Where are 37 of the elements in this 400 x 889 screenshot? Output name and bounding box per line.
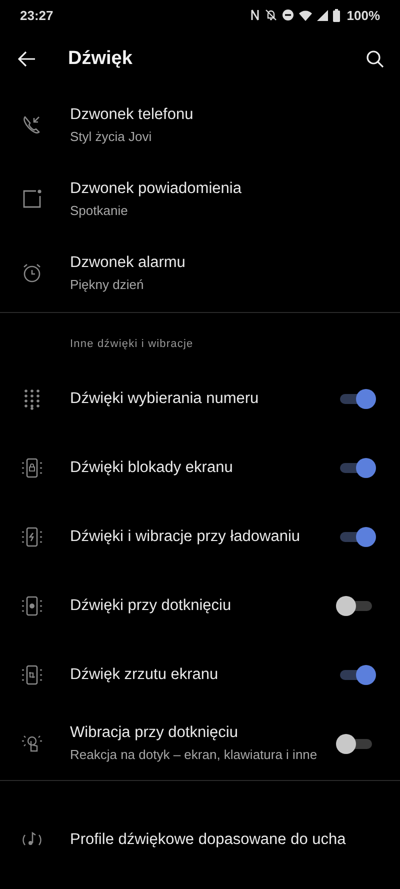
item-title: Dzwonek alarmu — [70, 254, 186, 272]
page-title: Dźwięk — [68, 48, 134, 70]
status-time: 23:27 — [20, 8, 54, 22]
ringtone-item[interactable]: Dzwonek alarmu Piękny dzień — [0, 236, 400, 310]
signal-icon — [316, 10, 328, 20]
setting-title: Dźwięki wybierania numeru — [70, 390, 260, 408]
item-subtitle: Spotkanie — [70, 202, 129, 218]
phone-lock-icon — [20, 456, 44, 478]
setting-title: Dźwięki przy dotknięciu — [70, 596, 232, 614]
item-title: Dzwonek telefonu — [70, 106, 194, 124]
phone-incoming-icon — [22, 115, 42, 135]
ringtone-item[interactable]: Dzwonek telefonu Styl życia Jovi — [0, 88, 400, 162]
item-subtitle: Piękny dzień — [70, 276, 145, 292]
dialpad-icon — [22, 388, 42, 410]
notification-icon — [22, 189, 42, 209]
phone-touch-icon — [20, 594, 44, 616]
item-title: Dzwonek powiadomienia — [70, 180, 242, 198]
battery-icon — [332, 8, 340, 22]
phone-charging-icon — [20, 526, 44, 548]
setting-description: Reakcja na dotyk – ekran, klawiatura i inne — [70, 746, 318, 763]
setting-title: Dźwięk zrzutu ekranu — [70, 666, 220, 684]
item-subtitle: Styl życia Jovi — [70, 128, 153, 144]
nfc-icon — [250, 9, 260, 21]
touch-vibration-icon — [20, 732, 44, 754]
do-not-disturb-icon — [282, 9, 294, 21]
ear-profile-item[interactable]: Profile dźwiękowe dopasowane do ucha — [0, 781, 400, 889]
section-header: Inne dźwięki i wibracje — [69, 337, 194, 352]
phone-screenshot-icon — [20, 664, 44, 686]
item-title: Profile dźwiękowe dopasowane do ucha — [70, 831, 347, 849]
setting-title: Dźwięki i wibracje przy ładowaniu — [70, 528, 302, 546]
wifi-icon — [298, 10, 312, 20]
setting-title: Wibracja przy dotknięciu — [70, 724, 239, 742]
battery-percent: 100% — [346, 8, 380, 22]
setting-title: Dźwięki blokady ekranu — [70, 458, 234, 476]
ringtone-item[interactable]: Dzwonek powiadomienia Spotkanie — [0, 162, 400, 236]
bell-off-icon — [264, 9, 277, 21]
alarm-clock-icon — [22, 263, 42, 283]
